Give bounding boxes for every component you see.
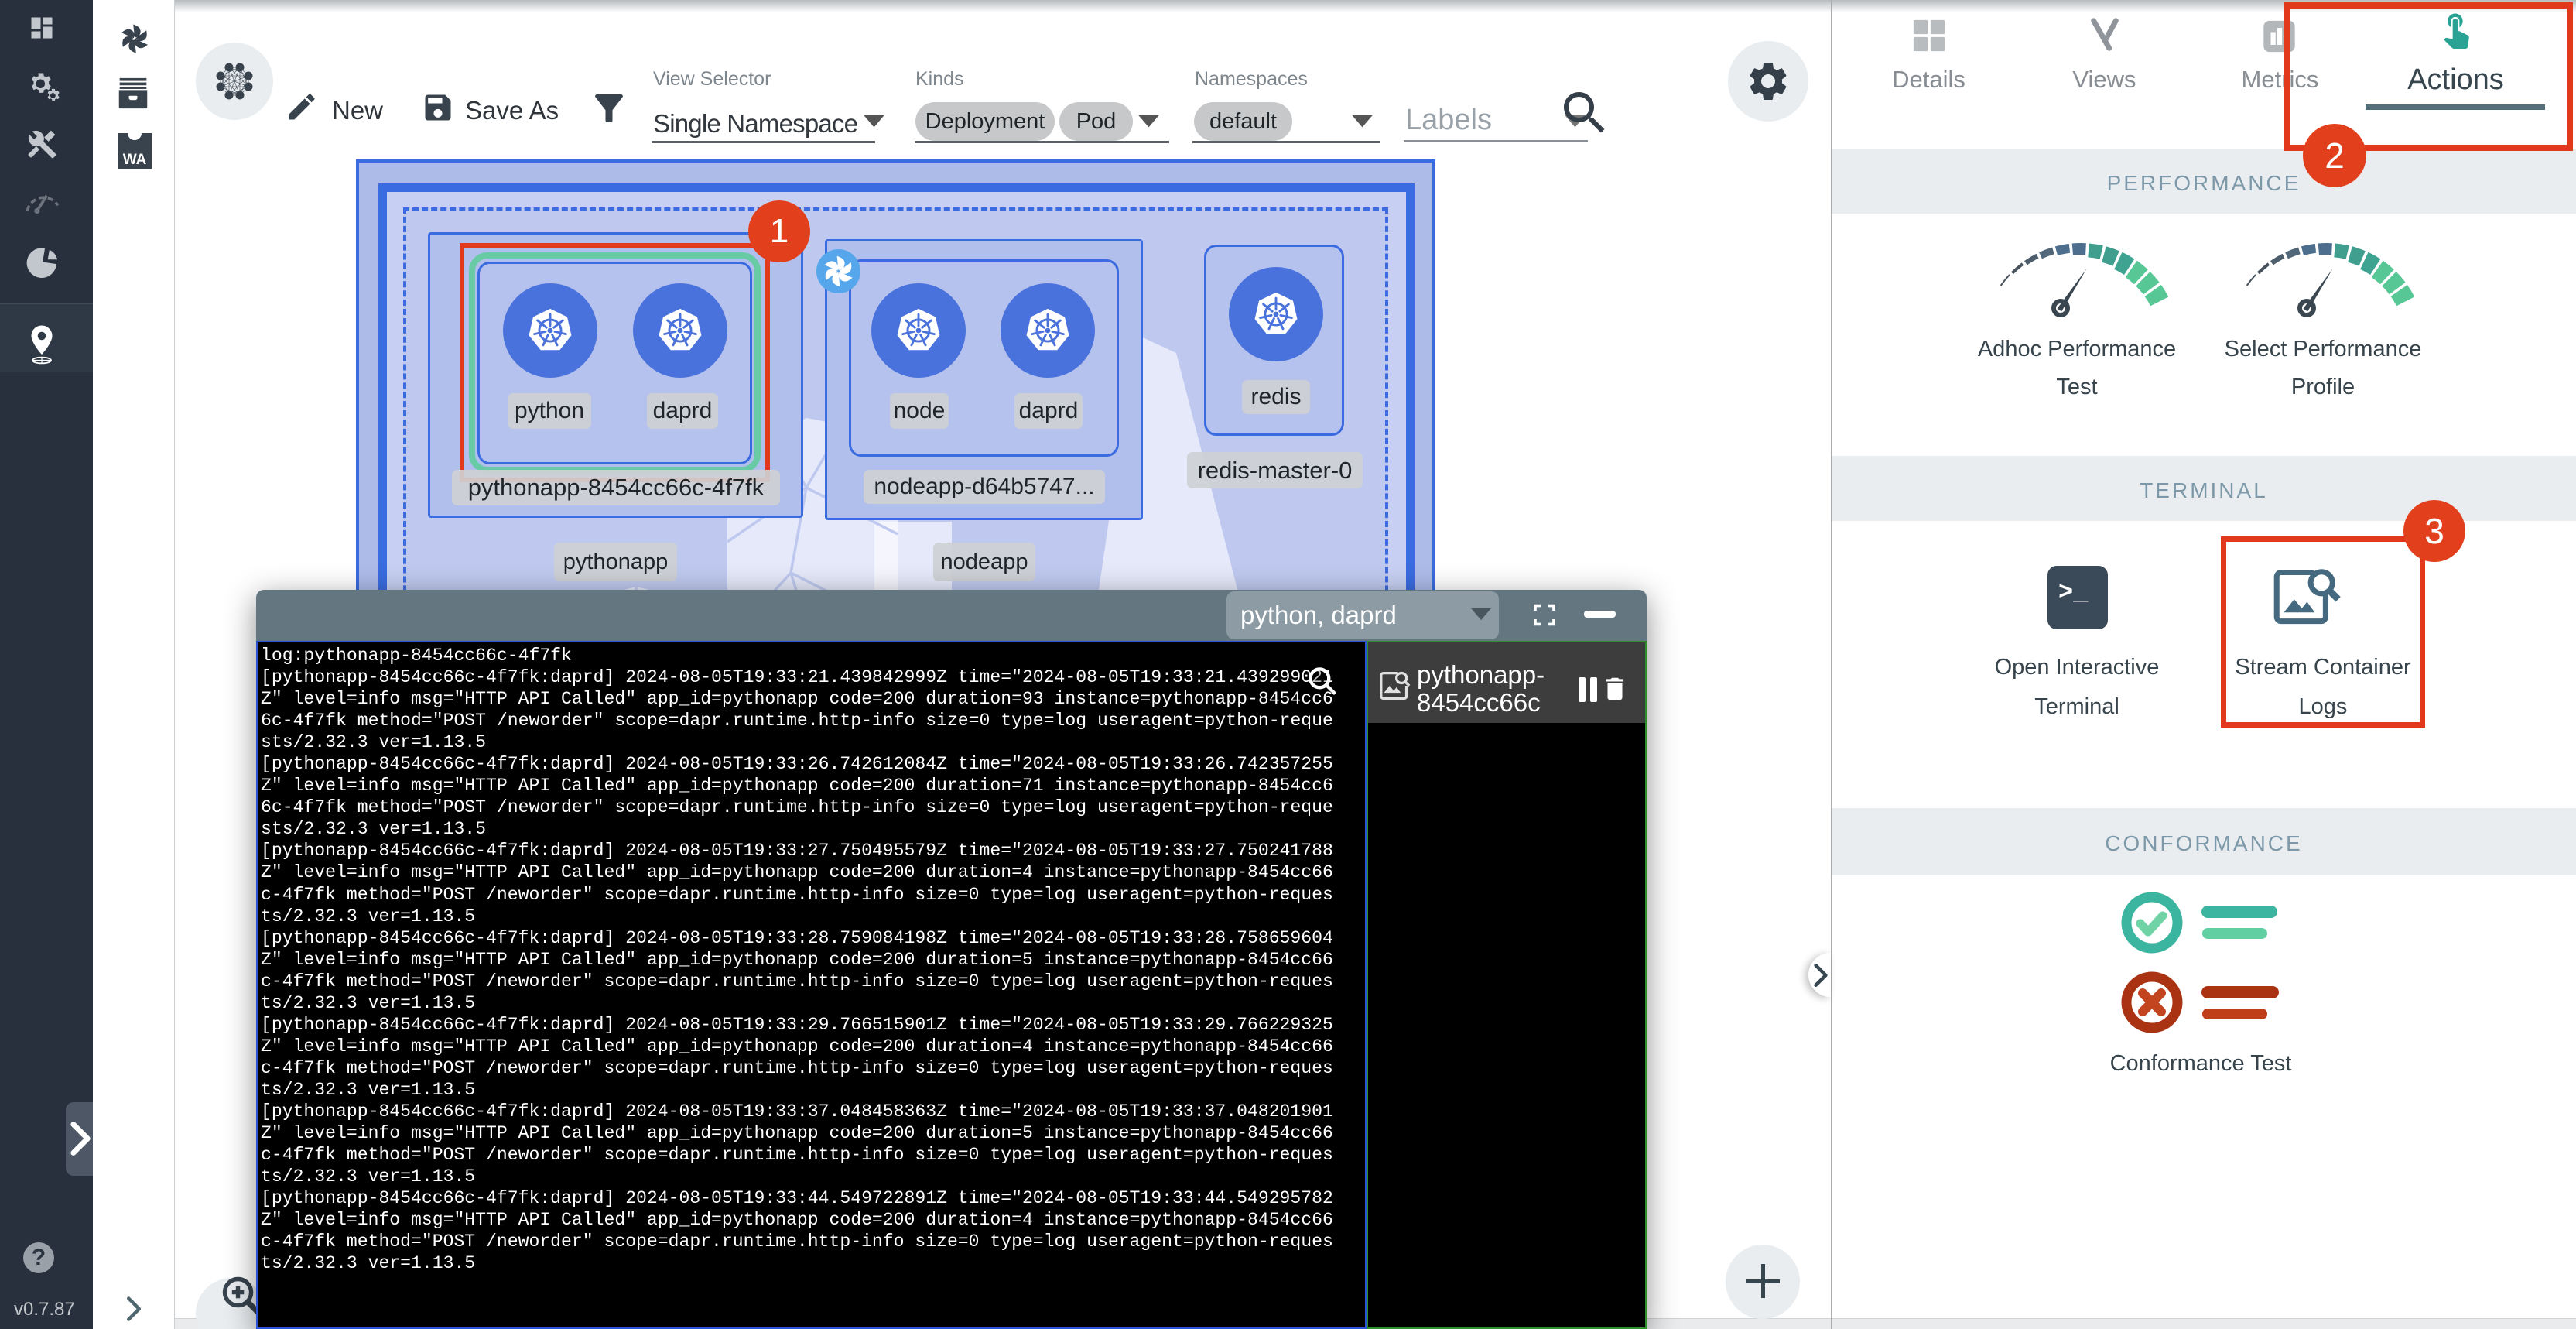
svg-text:WA: WA: [123, 152, 147, 168]
